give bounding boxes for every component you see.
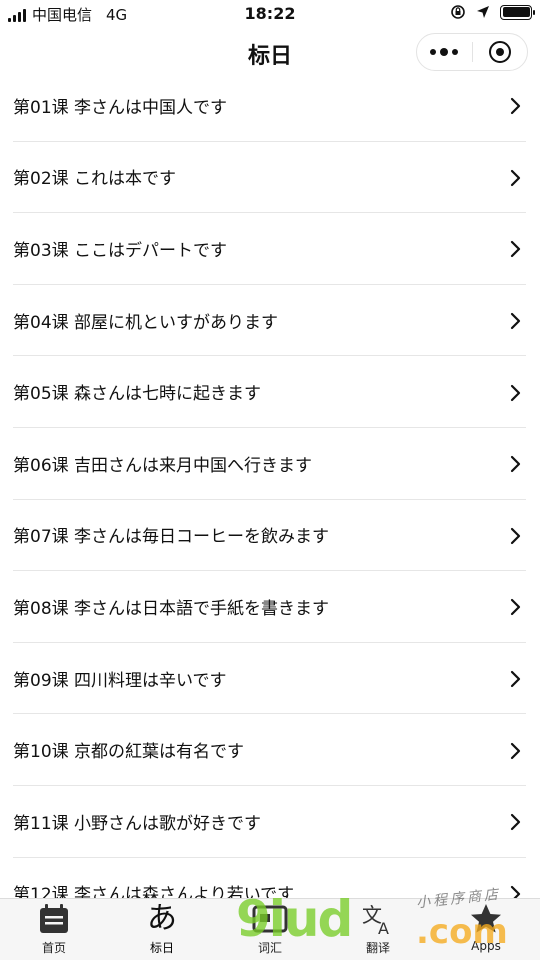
chevron-right-icon: [510, 456, 521, 473]
svg-text:A: A: [378, 919, 389, 936]
lesson-item[interactable]: 第02课 これは本です: [13, 142, 526, 214]
tab-label: 首页: [41, 941, 66, 955]
star-icon: [471, 904, 501, 933]
tab-bar: 首页 あ 标日 词汇 文 A 翻译 Apps: [0, 898, 540, 960]
tab-apps[interactable]: Apps: [432, 899, 540, 960]
chevron-right-icon: [510, 98, 521, 115]
more-dot-icon: [430, 49, 437, 55]
tab-vocabulary[interactable]: 词汇: [216, 899, 324, 960]
lesson-item[interactable]: 第03课 ここはデパートです: [13, 213, 526, 285]
more-dot-icon: [440, 48, 449, 56]
chevron-right-icon: [510, 742, 521, 759]
lesson-label: 第08课 李さんは日本語で手紙を書きます: [13, 598, 330, 619]
lesson-item[interactable]: 第08课 李さんは日本語で手紙を書きます: [13, 571, 526, 643]
lesson-label: 第04课 部屋に机といすがあります: [13, 312, 279, 333]
lesson-item[interactable]: 第06课 吉田さんは来月中国へ行きます: [13, 428, 526, 500]
lesson-label: 第03课 ここはデパートです: [13, 240, 228, 261]
close-miniprogram-button[interactable]: [472, 33, 527, 71]
chevron-right-icon: [510, 885, 521, 898]
lesson-label: 第12课 李さんは森さんより若いです: [13, 885, 295, 898]
chevron-right-icon: [510, 241, 521, 258]
tab-biaori[interactable]: あ 标日: [108, 899, 216, 960]
lesson-label: 第01课 李さんは中国人です: [13, 97, 228, 118]
calendar-icon: [40, 904, 68, 933]
lesson-label: 第11课 小野さんは歌が好きです: [13, 813, 262, 834]
status-right: [450, 4, 535, 20]
target-circle-icon: [488, 41, 511, 63]
chevron-right-icon: [510, 312, 521, 330]
lesson-item[interactable]: 第10课 京都の紅葉は有名です: [13, 714, 526, 786]
lesson-item[interactable]: 第09课 四川料理は辛いです: [13, 643, 526, 715]
lesson-label: 第10课 京都の紅葉は有名です: [13, 742, 245, 763]
more-menu-button[interactable]: [417, 33, 472, 71]
lesson-item[interactable]: 第12课 李さんは森さんより若いです: [13, 858, 526, 898]
tab-label: Apps: [471, 939, 501, 953]
tab-home[interactable]: 首页: [0, 899, 108, 960]
lesson-label: 第02课 これは本です: [13, 169, 177, 190]
lesson-item[interactable]: 第07课 李さんは毎日コーヒーを飲みます: [13, 500, 526, 572]
chevron-right-icon: [510, 169, 521, 186]
lesson-item[interactable]: 第05课 森さんは七時に起きます: [13, 356, 526, 428]
lesson-item[interactable]: 第11课 小野さんは歌が好きです: [13, 786, 526, 858]
card-icon: [252, 905, 288, 933]
location-arrow-icon: [477, 6, 489, 18]
tab-translate[interactable]: 文 A 翻译: [324, 899, 432, 960]
tab-label: 翻译: [365, 941, 390, 955]
miniprogram-capsule: [416, 33, 528, 71]
tab-label: 词汇: [257, 941, 282, 955]
lesson-label: 第06课 吉田さんは来月中国へ行きます: [13, 455, 313, 476]
lesson-label: 第05课 森さんは七時に起きます: [13, 384, 262, 405]
translate-icon: 文 A: [362, 903, 389, 936]
lesson-list[interactable]: 第01课 李さんは中国人です 第02课 これは本です 第03课 ここはデパートです第…: [0, 70, 540, 898]
tab-label: 标日: [149, 941, 174, 955]
lesson-item[interactable]: 第04课 部屋に机といすがあります: [13, 285, 526, 357]
chevron-right-icon: [510, 670, 521, 688]
battery-icon: [500, 4, 535, 20]
lesson-label: 第07课 李さんは毎日コーヒーを飲みます: [13, 527, 330, 548]
chevron-right-icon: [510, 527, 521, 544]
lesson-label: 第09课 四川料理は辛いです: [13, 670, 227, 691]
chevron-right-icon: [510, 384, 521, 401]
chevron-right-icon: [510, 599, 521, 616]
orientation-lock-icon: [451, 5, 465, 19]
chevron-right-icon: [510, 814, 521, 831]
hiragana-a-icon: あ: [147, 901, 177, 936]
more-dot-icon: [452, 49, 459, 55]
lesson-item[interactable]: 第01课 李さんは中国人です: [13, 70, 526, 142]
status-bar: 中国电信 4G 18:22: [0, 0, 540, 28]
